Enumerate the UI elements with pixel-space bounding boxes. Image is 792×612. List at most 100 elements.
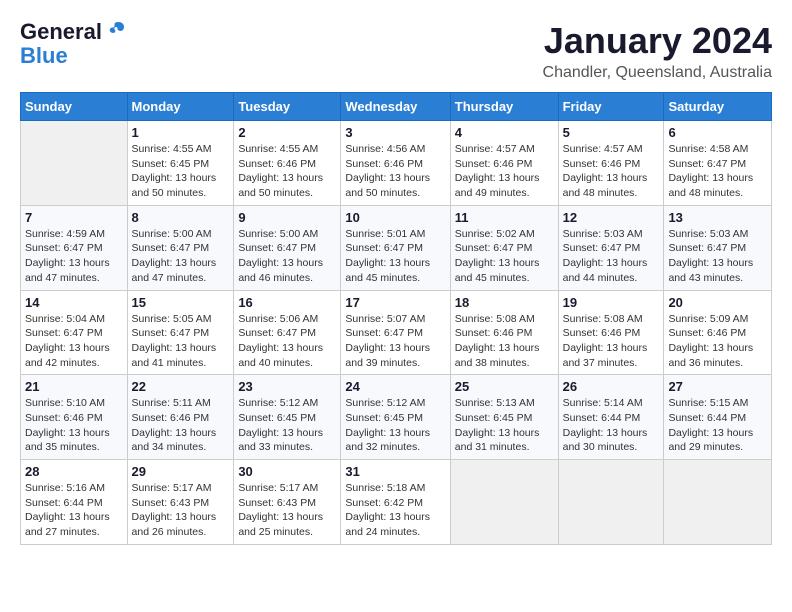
calendar-cell: 9 Sunrise: 5:00 AM Sunset: 6:47 PM Daylig… bbox=[234, 205, 341, 290]
day-number: 30 bbox=[238, 464, 336, 479]
day-info: Sunrise: 5:04 AM Sunset: 6:47 PM Dayligh… bbox=[25, 312, 123, 371]
calendar-week-4: 21 Sunrise: 5:10 AM Sunset: 6:46 PM Dayli… bbox=[21, 375, 772, 460]
day-number: 21 bbox=[25, 379, 123, 394]
day-info: Sunrise: 5:07 AM Sunset: 6:47 PM Dayligh… bbox=[345, 312, 445, 371]
calendar-cell: 27Sunrise: 5:15 AM Sunset: 6:44 PM Dayli… bbox=[664, 375, 772, 460]
day-info: Sunrise: 5:11 AM Sunset: 6:46 PM Dayligh… bbox=[132, 396, 230, 455]
calendar-week-3: 14Sunrise: 5:04 AM Sunset: 6:47 PM Dayli… bbox=[21, 290, 772, 375]
calendar-cell: 24 Sunrise: 5:12 AM Sunset: 6:45 PM Dayli… bbox=[341, 375, 450, 460]
day-number: 2 bbox=[238, 125, 336, 140]
day-info: Sunrise: 4:56 AM Sunset: 6:46 PM Dayligh… bbox=[345, 142, 445, 201]
day-info: Sunrise: 4:57 AM Sunset: 6:46 PM Dayligh… bbox=[455, 142, 554, 201]
day-info: Sunrise: 5:13 AM Sunset: 6:45 PM Dayligh… bbox=[455, 396, 554, 455]
day-info: Sunrise: 5:12 AM Sunset: 6:45 PM Dayligh… bbox=[345, 396, 445, 455]
day-number: 28 bbox=[25, 464, 123, 479]
calendar-cell: 19Sunrise: 5:08 AM Sunset: 6:46 PM Dayli… bbox=[558, 290, 664, 375]
day-number: 4 bbox=[455, 125, 554, 140]
day-number: 9 bbox=[238, 210, 336, 225]
calendar-week-1: 1 Sunrise: 4:55 AM Sunset: 6:45 PM Daylig… bbox=[21, 121, 772, 206]
day-info: Sunrise: 5:05 AM Sunset: 6:47 PM Dayligh… bbox=[132, 312, 230, 371]
day-info: Sunrise: 5:14 AM Sunset: 6:44 PM Dayligh… bbox=[563, 396, 660, 455]
logo-blue: Blue bbox=[20, 44, 68, 68]
day-number: 23 bbox=[238, 379, 336, 394]
day-info: Sunrise: 5:18 AM Sunset: 6:42 PM Dayligh… bbox=[345, 481, 445, 540]
calendar-body: 1 Sunrise: 4:55 AM Sunset: 6:45 PM Daylig… bbox=[21, 121, 772, 545]
calendar-cell: 31 Sunrise: 5:18 AM Sunset: 6:42 PM Dayli… bbox=[341, 460, 450, 545]
day-info: Sunrise: 5:10 AM Sunset: 6:46 PM Dayligh… bbox=[25, 396, 123, 455]
day-number: 16 bbox=[238, 295, 336, 310]
calendar-cell: 30 Sunrise: 5:17 AM Sunset: 6:43 PM Dayli… bbox=[234, 460, 341, 545]
calendar-cell: 29 Sunrise: 5:17 AM Sunset: 6:43 PM Dayli… bbox=[127, 460, 234, 545]
calendar-cell: 13 Sunrise: 5:03 AM Sunset: 6:47 PM Dayli… bbox=[664, 205, 772, 290]
calendar-cell: 8 Sunrise: 5:00 AM Sunset: 6:47 PM Daylig… bbox=[127, 205, 234, 290]
day-number: 1 bbox=[132, 125, 230, 140]
day-header-sunday: Sunday bbox=[21, 93, 128, 121]
day-info: Sunrise: 4:58 AM Sunset: 6:47 PM Dayligh… bbox=[668, 142, 767, 201]
calendar-cell bbox=[21, 121, 128, 206]
calendar-cell: 2 Sunrise: 4:55 AM Sunset: 6:46 PM Daylig… bbox=[234, 121, 341, 206]
day-info: Sunrise: 4:55 AM Sunset: 6:45 PM Dayligh… bbox=[132, 142, 230, 201]
calendar-cell: 14Sunrise: 5:04 AM Sunset: 6:47 PM Dayli… bbox=[21, 290, 128, 375]
day-header-saturday: Saturday bbox=[664, 93, 772, 121]
calendar-cell: 15 Sunrise: 5:05 AM Sunset: 6:47 PM Dayli… bbox=[127, 290, 234, 375]
calendar-cell bbox=[558, 460, 664, 545]
day-number: 29 bbox=[132, 464, 230, 479]
calendar-cell: 10Sunrise: 5:01 AM Sunset: 6:47 PM Dayli… bbox=[341, 205, 450, 290]
calendar-header-row: SundayMondayTuesdayWednesdayThursdayFrid… bbox=[21, 93, 772, 121]
calendar-cell: 22 Sunrise: 5:11 AM Sunset: 6:46 PM Dayli… bbox=[127, 375, 234, 460]
day-header-thursday: Thursday bbox=[450, 93, 558, 121]
day-info: Sunrise: 5:03 AM Sunset: 6:47 PM Dayligh… bbox=[668, 227, 767, 286]
day-info: Sunrise: 5:16 AM Sunset: 6:44 PM Dayligh… bbox=[25, 481, 123, 540]
calendar-week-2: 7Sunrise: 4:59 AM Sunset: 6:47 PM Daylig… bbox=[21, 205, 772, 290]
day-number: 17 bbox=[345, 295, 445, 310]
calendar-cell: 17 Sunrise: 5:07 AM Sunset: 6:47 PM Dayli… bbox=[341, 290, 450, 375]
day-info: Sunrise: 5:09 AM Sunset: 6:46 PM Dayligh… bbox=[668, 312, 767, 371]
calendar-cell bbox=[664, 460, 772, 545]
logo-general: General bbox=[20, 20, 102, 44]
calendar-cell: 1 Sunrise: 4:55 AM Sunset: 6:45 PM Daylig… bbox=[127, 121, 234, 206]
day-number: 8 bbox=[132, 210, 230, 225]
day-info: Sunrise: 5:00 AM Sunset: 6:47 PM Dayligh… bbox=[132, 227, 230, 286]
day-number: 26 bbox=[563, 379, 660, 394]
calendar-cell: 23 Sunrise: 5:12 AM Sunset: 6:45 PM Dayli… bbox=[234, 375, 341, 460]
calendar-cell: 3 Sunrise: 4:56 AM Sunset: 6:46 PM Daylig… bbox=[341, 121, 450, 206]
day-number: 3 bbox=[345, 125, 445, 140]
calendar-cell: 25 Sunrise: 5:13 AM Sunset: 6:45 PM Dayli… bbox=[450, 375, 558, 460]
day-number: 22 bbox=[132, 379, 230, 394]
calendar-title: January 2024 bbox=[543, 20, 772, 62]
day-number: 24 bbox=[345, 379, 445, 394]
day-number: 13 bbox=[668, 210, 767, 225]
day-number: 20 bbox=[668, 295, 767, 310]
day-number: 25 bbox=[455, 379, 554, 394]
day-info: Sunrise: 5:00 AM Sunset: 6:47 PM Dayligh… bbox=[238, 227, 336, 286]
day-header-friday: Friday bbox=[558, 93, 664, 121]
calendar-cell bbox=[450, 460, 558, 545]
day-number: 15 bbox=[132, 295, 230, 310]
day-number: 7 bbox=[25, 210, 123, 225]
calendar-cell: 7Sunrise: 4:59 AM Sunset: 6:47 PM Daylig… bbox=[21, 205, 128, 290]
day-header-wednesday: Wednesday bbox=[341, 93, 450, 121]
day-info: Sunrise: 5:08 AM Sunset: 6:46 PM Dayligh… bbox=[563, 312, 660, 371]
day-number: 11 bbox=[455, 210, 554, 225]
page-header: General Blue January 2024 Chandler, Quee… bbox=[20, 20, 772, 82]
day-info: Sunrise: 5:17 AM Sunset: 6:43 PM Dayligh… bbox=[238, 481, 336, 540]
calendar-cell: 28 Sunrise: 5:16 AM Sunset: 6:44 PM Dayli… bbox=[21, 460, 128, 545]
calendar-cell: 6Sunrise: 4:58 AM Sunset: 6:47 PM Daylig… bbox=[664, 121, 772, 206]
day-info: Sunrise: 5:03 AM Sunset: 6:47 PM Dayligh… bbox=[563, 227, 660, 286]
title-area: January 2024 Chandler, Queensland, Austr… bbox=[543, 20, 772, 82]
day-number: 31 bbox=[345, 464, 445, 479]
day-number: 12 bbox=[563, 210, 660, 225]
day-number: 5 bbox=[563, 125, 660, 140]
calendar-cell: 12 Sunrise: 5:03 AM Sunset: 6:47 PM Dayli… bbox=[558, 205, 664, 290]
day-info: Sunrise: 5:17 AM Sunset: 6:43 PM Dayligh… bbox=[132, 481, 230, 540]
day-header-tuesday: Tuesday bbox=[234, 93, 341, 121]
day-header-monday: Monday bbox=[127, 93, 234, 121]
calendar-cell: 20 Sunrise: 5:09 AM Sunset: 6:46 PM Dayli… bbox=[664, 290, 772, 375]
day-info: Sunrise: 5:12 AM Sunset: 6:45 PM Dayligh… bbox=[238, 396, 336, 455]
day-info: Sunrise: 5:06 AM Sunset: 6:47 PM Dayligh… bbox=[238, 312, 336, 371]
day-info: Sunrise: 4:55 AM Sunset: 6:46 PM Dayligh… bbox=[238, 142, 336, 201]
day-number: 27 bbox=[668, 379, 767, 394]
day-info: Sunrise: 4:57 AM Sunset: 6:46 PM Dayligh… bbox=[563, 142, 660, 201]
day-number: 18 bbox=[455, 295, 554, 310]
calendar-cell: 18Sunrise: 5:08 AM Sunset: 6:46 PM Dayli… bbox=[450, 290, 558, 375]
